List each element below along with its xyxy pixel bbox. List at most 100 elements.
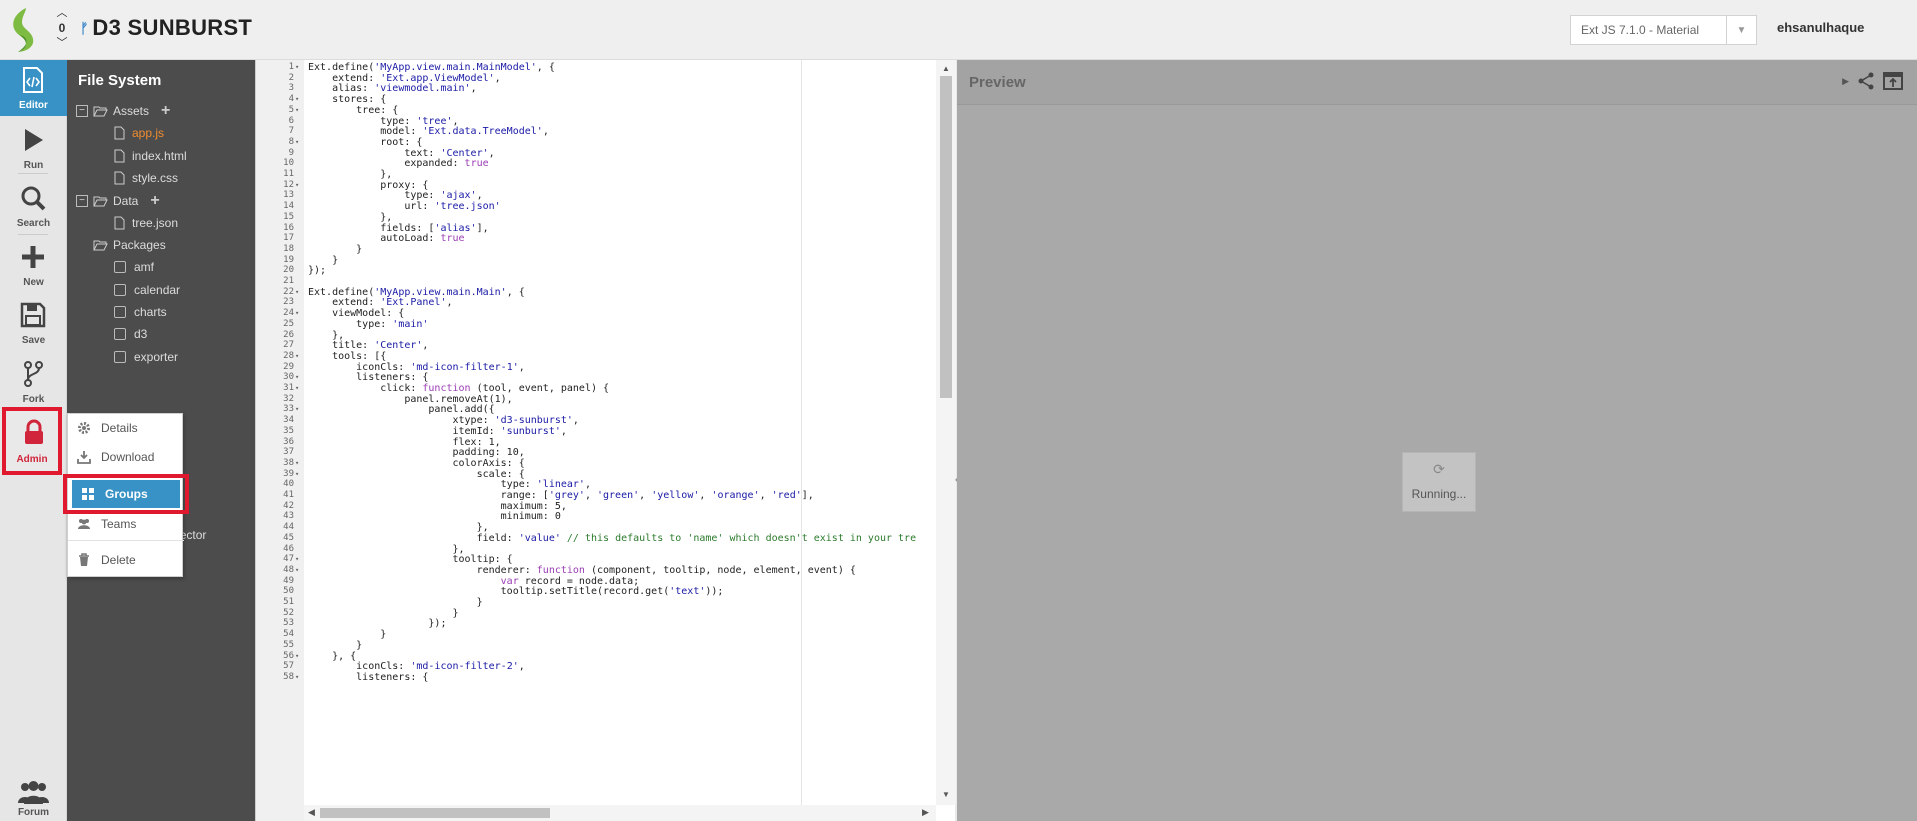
code-content[interactable]: 1 ▾ Ext.define('MyApp.view.main.MainModel'… xyxy=(256,60,936,805)
preview-title: Preview xyxy=(969,74,1026,91)
scroll-down-icon[interactable]: ▼ xyxy=(942,790,950,799)
run-button[interactable]: Run xyxy=(0,120,67,176)
menu-item-delete[interactable]: Delete xyxy=(68,546,184,574)
horizontal-scroll-thumb[interactable] xyxy=(320,808,550,818)
fold-toggle-icon[interactable]: ▾ xyxy=(295,671,303,684)
code-line[interactable]: 58 ▾ listeners: { xyxy=(256,671,936,684)
menu-item-label: Delete xyxy=(101,553,136,567)
file-label: tree.json xyxy=(132,216,179,230)
add-file-icon[interactable]: + xyxy=(150,192,159,210)
package-checkbox[interactable] xyxy=(114,306,126,318)
user-menu[interactable]: ehsanulhaque xyxy=(1777,20,1864,35)
users-group-icon xyxy=(18,781,49,804)
share-icon[interactable] xyxy=(1857,72,1875,90)
preview-panel: Preview ▶ ⟳ Running... xyxy=(957,60,1917,821)
search-label: Search xyxy=(16,218,51,229)
add-file-icon[interactable]: + xyxy=(161,102,170,120)
chevron-down-icon[interactable]: ﹀ xyxy=(54,36,70,50)
dropdown-arrow-icon[interactable]: ▼ xyxy=(1726,16,1756,44)
folder-open-icon xyxy=(93,240,108,251)
search-button[interactable]: Search xyxy=(0,178,67,234)
vertical-scroll-thumb[interactable] xyxy=(940,76,952,398)
preview-actions: ▶ xyxy=(1842,72,1903,90)
fork-label: Fork xyxy=(22,394,45,405)
preview-header: Preview ▶ xyxy=(957,60,1917,105)
page-title[interactable]: D3 SUNBURST xyxy=(92,15,252,41)
chevron-up-icon[interactable]: ︿ xyxy=(54,6,70,20)
sencha-logo-icon[interactable] xyxy=(4,4,44,54)
horizontal-scrollbar[interactable]: ◀ ▶ xyxy=(304,805,936,821)
folder-label: Packages xyxy=(113,238,166,252)
package-checkbox[interactable] xyxy=(114,328,126,340)
trash-icon xyxy=(79,553,89,566)
new-label: New xyxy=(23,277,44,288)
header: ︿ 0 ﹀ ᚠ D3 SUNBURST Ext JS 7.1.0 - Mater… xyxy=(0,0,1917,60)
editor-label: Editor xyxy=(19,100,48,111)
framework-select[interactable]: Ext JS 7.1.0 - Material ▼ xyxy=(1570,15,1757,45)
package-label: d3 xyxy=(134,327,148,341)
scroll-right-icon[interactable]: ▶ xyxy=(922,807,929,818)
menu-item-teams[interactable]: Teams xyxy=(68,510,184,538)
file-system-title: File System xyxy=(78,72,162,89)
left-toolbar: Editor Run Search New Save Fork Admin xyxy=(0,60,67,821)
file-icon xyxy=(114,149,125,163)
file-item[interactable]: app.js xyxy=(114,122,164,144)
save-button[interactable]: Save xyxy=(0,295,67,351)
new-button[interactable]: New xyxy=(0,237,67,293)
vertical-scrollbar[interactable]: ▲ ▼ xyxy=(936,60,956,805)
file-label: style.css xyxy=(132,171,179,185)
file-item[interactable]: style.css xyxy=(114,167,178,189)
package-item[interactable]: amf xyxy=(114,256,154,278)
package-checkbox[interactable] xyxy=(114,261,126,273)
code-editor[interactable]: 1 ▾ Ext.define('MyApp.view.main.MainModel'… xyxy=(255,60,956,821)
toolbar-divider xyxy=(18,173,48,174)
open-new-window-icon[interactable] xyxy=(1883,72,1903,90)
menu-item-download[interactable]: Download xyxy=(68,443,184,471)
framework-select-value: Ext JS 7.1.0 - Material xyxy=(1581,23,1700,37)
running-label: Running... xyxy=(1411,487,1467,501)
download-icon xyxy=(77,451,91,464)
toolbar-divider xyxy=(18,234,48,235)
package-checkbox[interactable] xyxy=(114,284,126,296)
fiddle-version-stepper[interactable]: ︿ 0 ﹀ xyxy=(54,6,70,52)
search-icon xyxy=(21,186,46,211)
fork-button[interactable]: Fork xyxy=(0,354,67,410)
fork-icon xyxy=(24,361,43,387)
admin-button[interactable]: Admin xyxy=(2,407,62,475)
groups-highlight-box xyxy=(63,474,189,514)
expand-arrow-icon[interactable]: ▶ xyxy=(1842,76,1849,87)
save-label: Save xyxy=(21,335,46,346)
menu-divider xyxy=(68,540,184,541)
gear-icon xyxy=(78,422,90,434)
folder-packages[interactable]: Packages xyxy=(93,234,166,256)
package-item[interactable]: d3 xyxy=(114,323,147,345)
forum-button[interactable]: Forum xyxy=(0,775,67,821)
file-icon xyxy=(114,171,125,185)
package-label: amf xyxy=(134,260,155,274)
menu-item-label: Download xyxy=(101,450,155,464)
menu-item-details[interactable]: Details xyxy=(68,414,184,442)
scroll-left-icon[interactable]: ◀ xyxy=(308,807,315,818)
file-item[interactable]: tree.json xyxy=(114,212,178,234)
collapse-icon[interactable]: − xyxy=(76,105,88,117)
package-label: calendar xyxy=(134,283,181,297)
package-item[interactable]: calendar xyxy=(114,279,180,301)
line-number: 58 xyxy=(283,671,294,682)
package-item[interactable]: charts xyxy=(114,301,167,323)
collapse-icon[interactable]: − xyxy=(76,195,88,207)
scroll-up-icon[interactable]: ▲ xyxy=(942,64,950,73)
file-icon xyxy=(114,126,125,140)
folder-assets[interactable]: − Assets + xyxy=(76,100,170,122)
sencha-fiddle-app: ︿ 0 ﹀ ᚠ D3 SUNBURST Ext JS 7.1.0 - Mater… xyxy=(0,0,1917,821)
admin-label: Admin xyxy=(16,454,48,465)
file-icon xyxy=(114,216,125,230)
package-checkbox[interactable] xyxy=(114,351,126,363)
file-item[interactable]: index.html xyxy=(114,145,187,167)
fiddle-title-area[interactable]: ᚠ D3 SUNBURST xyxy=(80,12,252,44)
fiddle-version-number: 0 xyxy=(58,21,66,35)
menu-item-label: Details xyxy=(101,421,138,435)
folder-data[interactable]: − Data + xyxy=(76,190,160,212)
code-file-icon xyxy=(23,67,43,93)
editor-button[interactable]: Editor xyxy=(0,60,67,116)
package-item[interactable]: exporter xyxy=(114,346,178,368)
